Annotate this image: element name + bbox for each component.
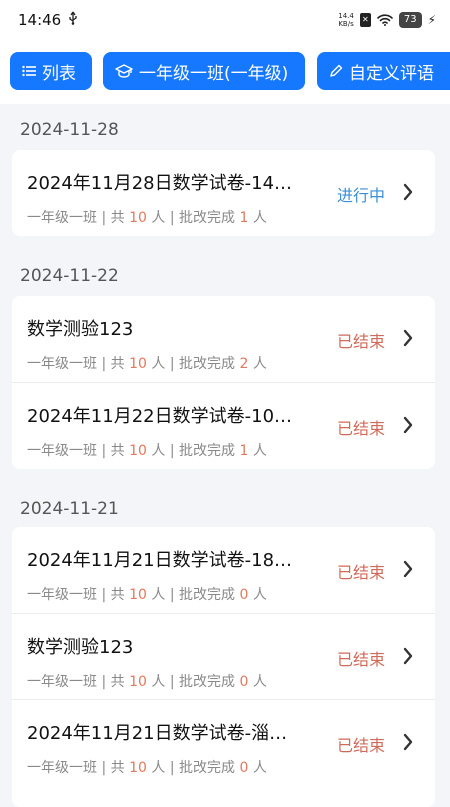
wifi-icon — [377, 11, 393, 30]
battery-icon: 73 — [398, 12, 422, 28]
exam-meta: 一年级一班 | 共 10 人 | 批改完成 1 人 — [27, 210, 267, 226]
chevron-right-icon — [403, 733, 413, 755]
total-count: 10 — [129, 356, 147, 372]
graded-count: 0 — [239, 674, 249, 690]
chevron-right-icon — [403, 647, 413, 669]
list-icon — [22, 65, 36, 77]
graded-count: 0 — [239, 760, 249, 776]
pencil-icon — [329, 64, 343, 78]
network-speed-unit: KB/s — [338, 20, 354, 28]
exam-title: 2024年11月21日数学试卷-淄… — [27, 723, 288, 744]
exam-status: 已结束 — [336, 419, 385, 438]
date-header: 2024-11-28 — [20, 120, 119, 140]
exam-class: 一年级一班 — [27, 587, 97, 603]
exam-class: 一年级一班 — [27, 443, 97, 459]
exam-list-item[interactable]: 数学测验123 一年级一班 | 共 10 人 | 批改完成 2 人 已结束 — [12, 296, 435, 382]
network-speed: 14.4 KB/s — [338, 12, 354, 28]
exam-status: 进行中 — [336, 186, 385, 205]
exam-list-item[interactable]: 2024年11月22日数学试卷-10… 一年级一班 | 共 10 人 | 批改完… — [12, 382, 435, 469]
status-bar: 14:46 14.4 KB/s ✕ 73 ⚡ — [0, 0, 450, 40]
chevron-right-icon — [403, 416, 413, 438]
graded-count: 1 — [239, 443, 249, 459]
class-select-button[interactable]: 一年级一班(一年级) — [103, 52, 305, 90]
exam-list-item[interactable]: 2024年11月21日数学试卷-淄… 一年级一班 | 共 10 人 | 批改完成… — [12, 699, 435, 786]
chevron-right-icon — [403, 560, 413, 582]
exam-meta: 一年级一班 | 共 10 人 | 批改完成 0 人 — [27, 674, 267, 690]
custom-comment-label: 自定义评语 — [349, 63, 434, 84]
network-speed-value: 14.4 — [338, 12, 354, 20]
sim-icon: ✕ — [359, 13, 371, 27]
graduation-cap-icon — [115, 64, 133, 78]
exam-status: 已结束 — [336, 736, 385, 755]
graded-count: 0 — [239, 587, 249, 603]
exam-title: 2024年11月21日数学试卷-18… — [27, 550, 293, 571]
total-count: 10 — [129, 674, 147, 690]
date-header: 2024-11-22 — [20, 266, 119, 286]
graded-count: 1 — [239, 210, 249, 226]
date-header: 2024-11-21 — [20, 499, 119, 519]
filter-toolbar: 列表 一年级一班(一年级) 自定义评语 — [0, 40, 450, 104]
exam-meta: 一年级一班 | 共 10 人 | 批改完成 2 人 — [27, 356, 267, 372]
exam-list: 2024-11-28 2024年11月28日数学试卷-14… 一年级一班 | 共… — [0, 104, 450, 807]
exam-group-card: 2024年11月28日数学试卷-14… 一年级一班 | 共 10 人 | 批改完… — [12, 150, 435, 236]
chevron-right-icon — [403, 183, 413, 205]
usb-icon — [68, 11, 78, 29]
exam-meta: 一年级一班 | 共 10 人 | 批改完成 1 人 — [27, 443, 267, 459]
class-select-label: 一年级一班(一年级) — [139, 63, 289, 84]
exam-class: 一年级一班 — [27, 210, 97, 226]
exam-status: 已结束 — [336, 563, 385, 582]
exam-class: 一年级一班 — [27, 356, 97, 372]
list-button[interactable]: 列表 — [10, 52, 92, 90]
status-time: 14:46 — [18, 11, 62, 29]
exam-class: 一年级一班 — [27, 760, 97, 776]
graded-count: 2 — [239, 356, 249, 372]
exam-status: 已结束 — [336, 650, 385, 669]
total-count: 10 — [129, 760, 147, 776]
total-count: 10 — [129, 210, 147, 226]
exam-group-card: 数学测验123 一年级一班 | 共 10 人 | 批改完成 2 人 已结束 20… — [12, 296, 435, 469]
exam-class: 一年级一班 — [27, 674, 97, 690]
total-count: 10 — [129, 587, 147, 603]
custom-comment-button[interactable]: 自定义评语 — [317, 52, 450, 90]
exam-list-item[interactable]: 数学测验123 一年级一班 | 共 10 人 | 批改完成 0 人 已结束 — [12, 613, 435, 700]
status-icons: 14.4 KB/s ✕ 73 ⚡ — [338, 9, 436, 31]
exam-title: 数学测验123 — [27, 637, 134, 658]
total-count: 10 — [129, 443, 147, 459]
exam-title: 数学测验123 — [27, 319, 134, 340]
exam-title: 2024年11月22日数学试卷-10… — [27, 406, 293, 427]
exam-group-card: 2024年11月21日数学试卷-18… 一年级一班 | 共 10 人 | 批改完… — [12, 527, 435, 807]
charging-icon: ⚡ — [427, 13, 436, 27]
exam-list-item[interactable]: 2024年11月28日数学试卷-14… 一年级一班 | 共 10 人 | 批改完… — [12, 150, 435, 236]
exam-title: 2024年11月28日数学试卷-14… — [27, 173, 293, 194]
list-button-label: 列表 — [42, 63, 76, 84]
exam-list-item[interactable]: 2024年11月21日数学试卷-18… 一年级一班 | 共 10 人 | 批改完… — [12, 527, 435, 613]
exam-meta: 一年级一班 | 共 10 人 | 批改完成 0 人 — [27, 760, 267, 776]
chevron-right-icon — [403, 329, 413, 351]
exam-status: 已结束 — [336, 332, 385, 351]
exam-meta: 一年级一班 | 共 10 人 | 批改完成 0 人 — [27, 587, 267, 603]
